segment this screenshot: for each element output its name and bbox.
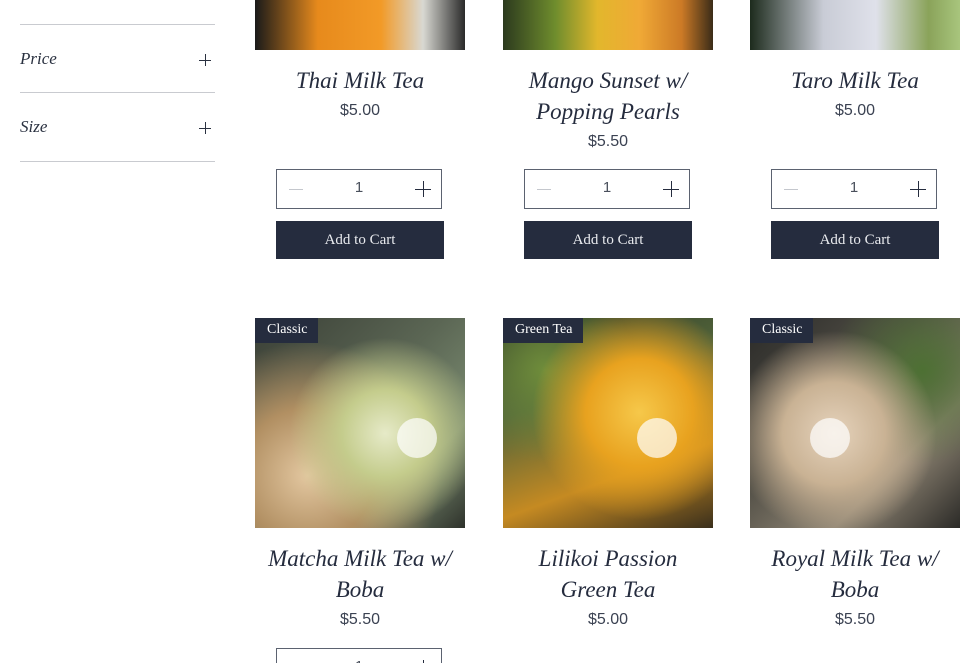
quantity-stepper: 1 (276, 648, 442, 663)
quantity-stepper: 1 (771, 169, 937, 209)
product-price: $5.00 (339, 102, 381, 119)
product-image[interactable]: Green Tea (503, 318, 713, 528)
expand-plus-icon[interactable] (199, 54, 211, 66)
product-image[interactable] (503, 0, 713, 50)
product-name[interactable]: Lilikoi Passion Green Tea (503, 543, 713, 605)
product-card-taro-milk-tea: Taro Milk Tea $5.00 1 Add to Cart (750, 0, 960, 259)
product-name[interactable]: Taro Milk Tea (750, 65, 960, 96)
filter-size[interactable]: Size (20, 92, 215, 162)
cup-logo-icon (637, 418, 677, 458)
increase-quantity-button[interactable] (663, 181, 679, 197)
add-to-cart-button[interactable]: Add to Cart (771, 221, 939, 259)
add-to-cart-button[interactable]: Add to Cart (276, 221, 444, 259)
product-gallery-page: Price Size Thai Milk Tea $5.00 1 Add to … (0, 0, 965, 663)
product-image[interactable]: Classic (750, 318, 960, 528)
quantity-stepper: 1 (524, 169, 690, 209)
product-card-matcha-milk-tea: Classic Matcha Milk Tea w/ Boba $5.50 1 (255, 318, 465, 663)
product-price: $5.00 (587, 611, 629, 628)
product-card-thai-milk-tea: Thai Milk Tea $5.00 1 Add to Cart (255, 0, 465, 259)
expand-plus-icon[interactable] (199, 122, 211, 134)
product-card-royal-milk-tea: Classic Royal Milk Tea w/ Boba $5.50 (750, 318, 960, 629)
product-name[interactable]: Royal Milk Tea w/ Boba (750, 543, 960, 605)
category-badge: Classic (255, 318, 319, 343)
product-image[interactable] (750, 0, 960, 50)
quantity-stepper: 1 (276, 169, 442, 209)
product-price: $5.50 (834, 611, 876, 628)
product-image[interactable]: Classic (255, 318, 465, 528)
add-to-cart-button[interactable]: Add to Cart (524, 221, 692, 259)
increase-quantity-button[interactable] (910, 181, 926, 197)
filter-price[interactable]: Price (20, 24, 215, 92)
increase-quantity-button[interactable] (415, 181, 431, 197)
category-badge: Green Tea (503, 318, 584, 343)
product-price: $5.50 (587, 133, 629, 150)
product-price: $5.00 (834, 102, 876, 119)
product-name[interactable]: Thai Milk Tea (255, 65, 465, 96)
product-card-mango-sunset: Mango Sunset w/ Popping Pearls $5.50 1 A… (503, 0, 713, 259)
cup-logo-icon (397, 418, 437, 458)
product-card-lilikoi-passion: Green Tea Lilikoi Passion Green Tea $5.0… (503, 318, 713, 629)
filter-sidebar: Price Size (20, 24, 215, 162)
product-name[interactable]: Matcha Milk Tea w/ Boba (255, 543, 465, 605)
category-badge: Classic (750, 318, 814, 343)
filter-price-label: Price (20, 49, 57, 68)
filter-size-label: Size (20, 117, 48, 136)
product-price: $5.50 (339, 611, 381, 628)
product-name[interactable]: Mango Sunset w/ Popping Pearls (503, 65, 713, 127)
product-image[interactable] (255, 0, 465, 50)
cup-logo-icon (810, 418, 850, 458)
